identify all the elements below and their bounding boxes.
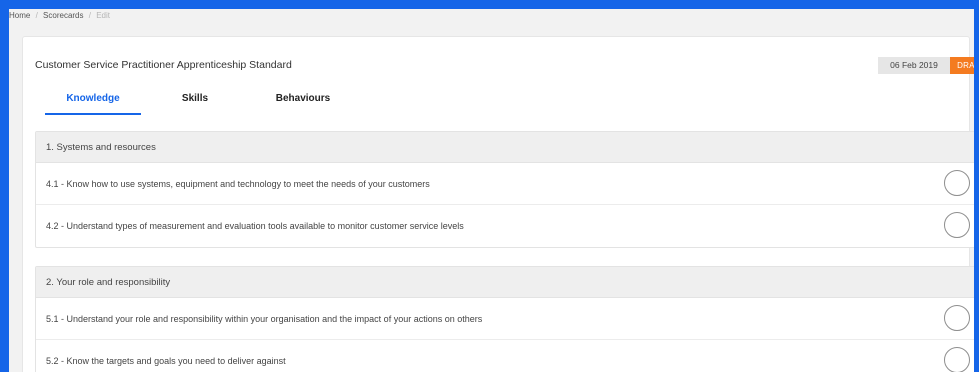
status-badge: DRAFT — [950, 57, 974, 74]
item-label: 5.2 - Know the targets and goals you nee… — [46, 356, 286, 366]
section-header: 1. Systems and resources — [36, 132, 974, 163]
breadcrumb-separator: / — [35, 11, 38, 20]
section-systems-and-resources: 1. Systems and resources 4.1 - Know how … — [35, 131, 974, 248]
breadcrumb-home[interactable]: Home — [9, 11, 30, 20]
item-label: 4.1 - Know how to use systems, equipment… — [46, 179, 430, 189]
list-item: 4.1 - Know how to use systems, equipment… — [36, 163, 974, 205]
breadcrumb-scorecards[interactable]: Scorecards — [43, 11, 83, 20]
page-title: Customer Service Practitioner Apprentice… — [35, 59, 292, 71]
breadcrumb-current: Edit — [96, 11, 111, 20]
tab-skills[interactable]: Skills — [155, 83, 235, 115]
empty-circle-icon[interactable] — [944, 347, 970, 372]
breadcrumb-separator: / — [88, 11, 91, 20]
app-window: Home / Scorecards / Edit Customer Servic… — [0, 0, 979, 372]
tab-bar: Knowledge Skills Behaviours — [35, 83, 365, 117]
tab-behaviours[interactable]: Behaviours — [253, 83, 353, 115]
section-header: 2. Your role and responsibility — [36, 267, 974, 298]
list-item: 5.1 - Understand your role and responsib… — [36, 298, 974, 340]
empty-circle-icon[interactable] — [944, 212, 970, 238]
empty-circle-icon[interactable] — [944, 170, 970, 196]
list-item: 5.2 - Know the targets and goals you nee… — [36, 340, 974, 372]
list-item: 4.2 - Understand types of measurement an… — [36, 205, 974, 247]
date-badge: 06 Feb 2019 — [878, 57, 950, 74]
empty-circle-icon[interactable] — [944, 305, 970, 331]
item-label: 4.2 - Understand types of measurement an… — [46, 221, 464, 231]
tab-knowledge[interactable]: Knowledge — [45, 83, 141, 115]
section-your-role-and-responsibility: 2. Your role and responsibility 5.1 - Un… — [35, 266, 974, 372]
item-label: 5.1 - Understand your role and responsib… — [46, 314, 483, 324]
scorecard-panel: Customer Service Practitioner Apprentice… — [22, 36, 974, 372]
breadcrumb: Home / Scorecards / Edit — [9, 11, 110, 20]
